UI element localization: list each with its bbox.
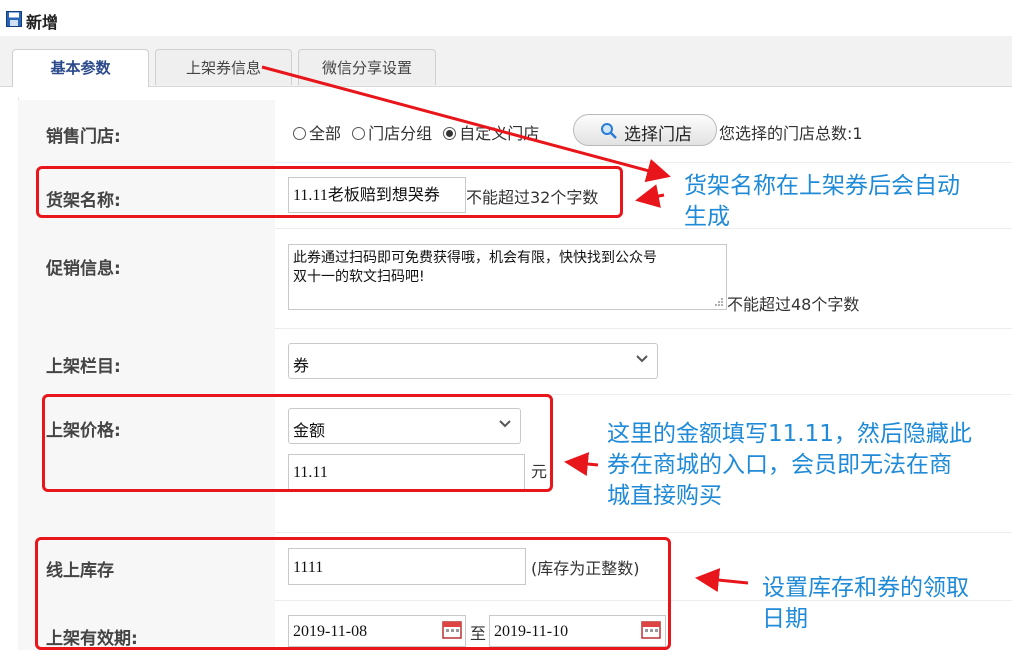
annotation-arrows xyxy=(261,65,749,593)
arrow-note-to-shelf xyxy=(635,184,665,208)
note-shelf-name: 货架名称在上架券后会自动 生成 xyxy=(684,173,960,230)
arrow-tab-to-note xyxy=(261,65,671,183)
arrow-note-to-stock xyxy=(695,568,749,593)
note-stock-date: 设置库存和券的领取 日期 xyxy=(762,575,969,632)
arrow-note-to-price xyxy=(564,452,599,476)
note-price: 这里的金额填写11.11，然后隐藏此 券在商城的入口，会员即无法在商 城直接购买 xyxy=(607,421,972,509)
